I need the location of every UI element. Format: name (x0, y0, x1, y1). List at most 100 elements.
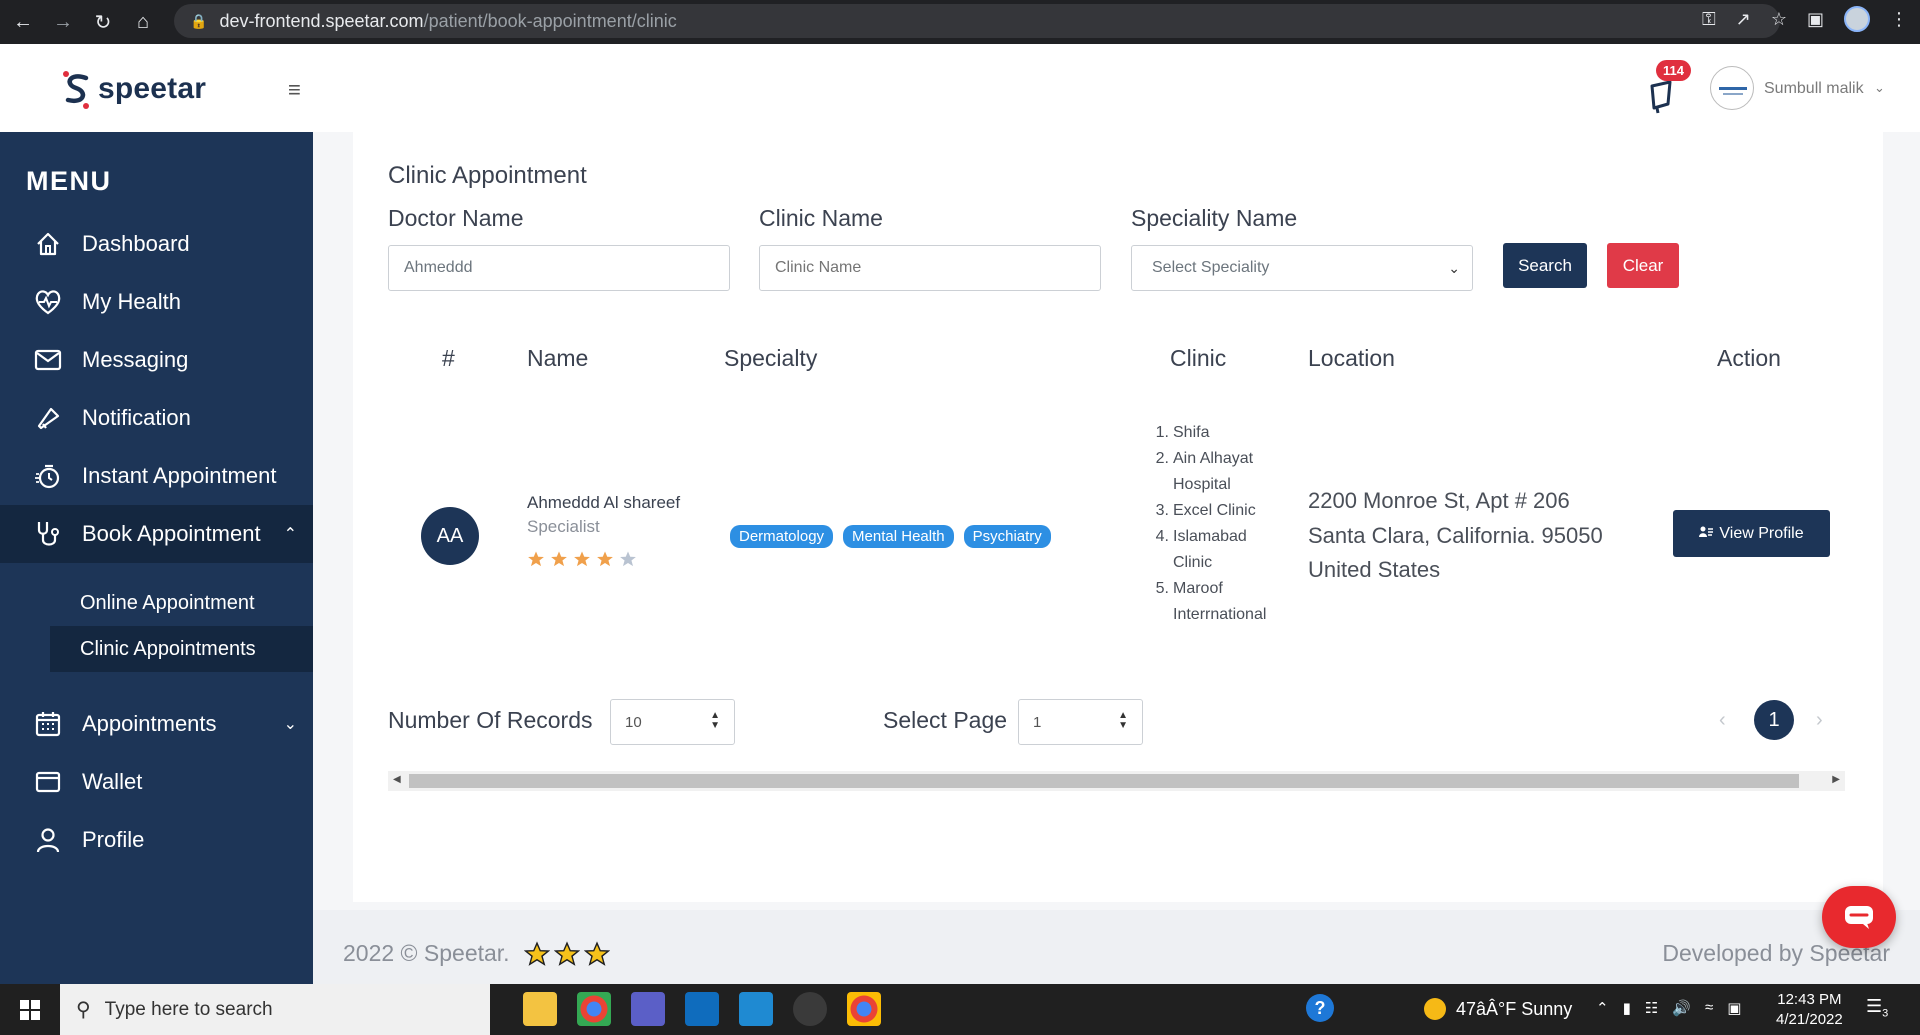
page-title: Clinic Appointment (388, 162, 587, 189)
table-header-clinic: Clinic (1170, 345, 1227, 371)
user-avatar[interactable] (1710, 66, 1754, 110)
file-explorer-icon[interactable] (523, 992, 557, 1026)
clear-button[interactable]: Clear (1607, 243, 1679, 288)
doctor-name-label: Doctor Name (388, 205, 524, 231)
display-icon[interactable]: ▣ (1727, 999, 1741, 1017)
bookmark-star-icon[interactable]: ☆ (1771, 9, 1787, 30)
prev-page-button[interactable]: ‹ (1719, 709, 1726, 732)
heart-pulse-icon (32, 286, 64, 318)
notification-center-count: 3 (1882, 1007, 1889, 1020)
clinic-name: Excel Clinic (1173, 502, 1256, 519)
scrollbar-thumb[interactable] (409, 774, 1799, 788)
chat-widget-button[interactable] (1822, 886, 1896, 948)
home-button-icon[interactable]: ⌂ (126, 5, 160, 39)
more-menu-icon[interactable]: ⋮ (1890, 9, 1908, 30)
next-page-button[interactable]: › (1816, 709, 1823, 732)
hamburger-menu-icon[interactable]: ≡ (288, 79, 308, 101)
battery-icon[interactable]: ▮ (1623, 999, 1631, 1017)
address-bar[interactable]: 🔒 dev-frontend.speetar.com /patient/book… (174, 4, 1780, 38)
sidebar-subitem-online-appointment[interactable]: Online Appointment (50, 580, 313, 626)
back-arrow-icon[interactable]: ← (6, 5, 40, 39)
help-icon[interactable]: ? (1306, 994, 1334, 1022)
scroll-right-arrow-icon[interactable]: ▶ (1832, 774, 1840, 785)
chevron-up-icon: ⌃ (283, 526, 297, 543)
menu-title: MENU (26, 166, 112, 196)
table-header-name: Name (527, 345, 589, 371)
outlook-icon[interactable] (685, 992, 719, 1026)
speciality-name-label: Speciality Name (1131, 205, 1298, 231)
star-icon (528, 551, 544, 567)
search-icon: ⚲ (76, 999, 91, 1021)
key-icon[interactable]: ⚿ (1702, 9, 1716, 30)
app-header: speetar ≡ 114 Sumbull malik ⌄ (0, 44, 1920, 132)
chat-icon (1845, 906, 1873, 929)
wifi-icon[interactable]: ≈ (1705, 999, 1713, 1017)
weather-widget[interactable]: 47âÂ°F Sunny (1424, 998, 1572, 1020)
search-button[interactable]: Search (1503, 243, 1587, 288)
doctor-role: Specialist (527, 517, 600, 536)
scroll-left-arrow-icon[interactable]: ◀ (393, 774, 401, 785)
clinic-list: 1. Shifa 2. Ain Alhayat Hospital 3. Excel C… (1152, 420, 1267, 628)
sidebar-item-my-health[interactable]: My Health (0, 273, 313, 331)
sidebar-item-label: Wallet (82, 769, 143, 794)
sidebar-item-messaging[interactable]: Messaging (0, 331, 313, 389)
page-number-button[interactable]: 1 (1754, 700, 1794, 740)
vscode-icon[interactable] (739, 992, 773, 1026)
sidebar-item-label: Book Appointment (82, 521, 261, 546)
sidebar-subitem-clinic-appointments[interactable]: Clinic Appointments (50, 626, 313, 672)
logo-text: speetar (98, 72, 207, 105)
url-path: /patient/book-appointment/clinic (423, 10, 677, 31)
share-icon[interactable]: ↗ (1736, 9, 1751, 30)
sidebar-item-label: Messaging (82, 347, 189, 372)
network-icon[interactable]: ☷ (1645, 999, 1658, 1017)
sidebar-item-notification[interactable]: Notification (0, 389, 313, 447)
sidebar-item-wallet[interactable]: Wallet (0, 753, 313, 811)
chrome-icon[interactable] (847, 992, 881, 1026)
browser-profile-avatar[interactable] (1844, 6, 1870, 32)
notification-count-badge: 114 (1656, 60, 1691, 81)
copyright-text: 2022 © Speetar. (343, 940, 510, 966)
speciality-select[interactable]: Select Speciality ⌄ (1131, 245, 1473, 291)
sort-updown-icon: ▲ ▼ (1118, 710, 1128, 731)
sidebar-item-instant-appointment[interactable]: Instant Appointment (0, 447, 313, 505)
speetar-logo[interactable]: speetar (60, 68, 206, 110)
teams-icon[interactable] (631, 992, 665, 1026)
footer-stars (523, 940, 610, 967)
page-select[interactable]: 1 ▲ ▼ (1018, 699, 1143, 745)
taskbar-clock[interactable]: 12:43 PM 4/21/2022 (1776, 990, 1843, 1030)
clock-date: 4/21/2022 (1776, 1011, 1843, 1028)
doctor-name-input[interactable] (388, 245, 730, 291)
home-icon (32, 228, 64, 260)
records-value: 10 (625, 713, 642, 731)
cypress-icon[interactable] (793, 992, 827, 1026)
sidebar-item-profile[interactable]: Profile (0, 811, 313, 869)
sidebar-item-label: Appointments (82, 711, 217, 736)
reload-icon[interactable]: ↻ (86, 5, 120, 39)
sidebar-item-book-appointment[interactable]: Book Appointment ⌃ (0, 505, 313, 563)
clinic-name: Shifa (1173, 424, 1210, 441)
chevron-up-icon[interactable]: ⌃ (1596, 999, 1609, 1017)
user-name[interactable]: Sumbull malik (1764, 80, 1864, 98)
star-icon (597, 551, 613, 567)
volume-icon[interactable]: 🔊 (1672, 999, 1691, 1017)
clinic-name-label: Clinic Name (759, 205, 883, 231)
notification-center-icon[interactable]: ☰3 (1866, 996, 1888, 1020)
lock-icon: 🔒 (190, 12, 208, 29)
view-profile-button[interactable]: View Profile (1673, 510, 1830, 557)
sidebar-item-label: Notification (82, 405, 191, 430)
sidebar-item-appointments[interactable]: Appointments ⌄ (0, 695, 313, 753)
forward-arrow-icon[interactable]: → (46, 5, 80, 39)
taskbar-search-box[interactable]: ⚲ Type here to search (60, 984, 490, 1035)
sidebar-item-label: Instant Appointment (82, 463, 277, 488)
chrome-icon[interactable] (577, 992, 611, 1026)
chevron-down-icon: ⌄ (283, 716, 297, 733)
sidepanel-icon[interactable]: ▣ (1807, 9, 1824, 30)
records-per-page-select[interactable]: 10 ▲ ▼ (610, 699, 735, 745)
chevron-down-icon[interactable]: ⌄ (1874, 80, 1885, 96)
view-profile-label: View Profile (1719, 524, 1804, 542)
clinic-name-input[interactable] (759, 245, 1101, 291)
windows-start-icon[interactable] (0, 984, 60, 1035)
sidebar-item-dashboard[interactable]: Dashboard (0, 215, 313, 273)
speciality-select-value: Select Speciality (1152, 259, 1270, 276)
horizontal-scrollbar[interactable]: ◀ ▶ (388, 771, 1845, 791)
